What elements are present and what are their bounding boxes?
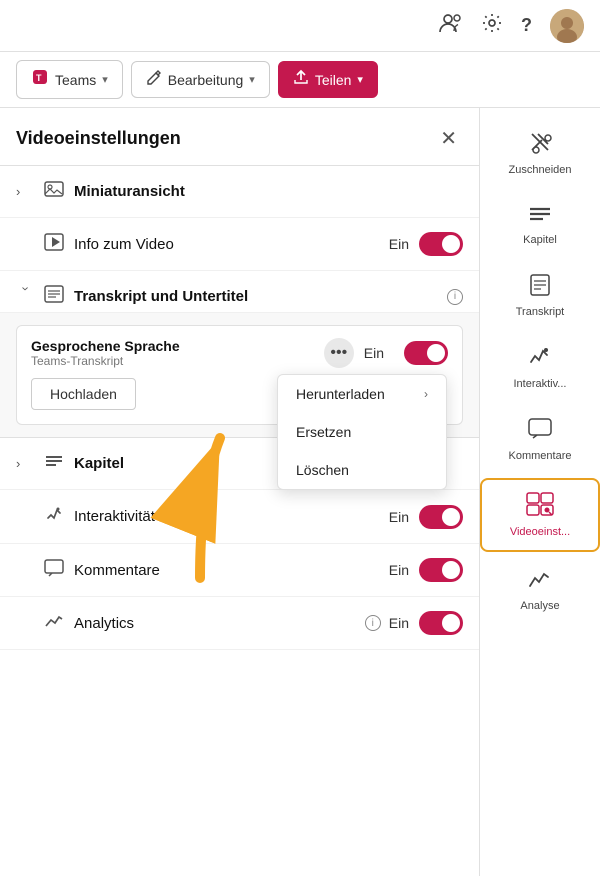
teams-button[interactable]: T Teams ▾ (16, 60, 123, 99)
transkript-icon (44, 285, 64, 308)
svg-text:T: T (36, 73, 42, 83)
transcript-card: Gesprochene Sprache Teams-Transkript •••… (16, 325, 463, 425)
share-chevron: ▾ (357, 73, 363, 86)
top-bar: ? (0, 0, 600, 52)
interaktiv-label: Interaktivität (74, 508, 389, 525)
dropdown-ersetzen[interactable]: Ersetzen (278, 413, 446, 451)
teams-icon: T (31, 68, 49, 91)
analytics-value: Ein (389, 615, 409, 631)
nav-transkript[interactable]: Transkript (480, 262, 600, 330)
info-value: Ein (389, 236, 409, 252)
upload-button[interactable]: Hochladen (31, 378, 136, 410)
nav-analyse[interactable]: Analyse (480, 556, 600, 624)
avatar-image (550, 9, 584, 43)
videoeinst-nav-label: Videoeinst... (510, 526, 570, 538)
kommentare-nav-icon (528, 418, 552, 446)
transcript-toggle[interactable] (404, 341, 448, 365)
analytics-row: Analytics i Ein (0, 597, 479, 650)
dropdown-menu: Herunterladen › Ersetzen Löschen (277, 374, 447, 490)
help-icon[interactable]: ? (521, 15, 532, 36)
share-icon (293, 69, 309, 90)
nav-videoeinst[interactable]: Videoeinst... (480, 478, 600, 552)
avatar[interactable] (550, 9, 584, 43)
kapitel-nav-icon (528, 204, 552, 230)
interaktiv-nav-icon (528, 346, 552, 374)
settings-list: › Miniaturansicht (0, 166, 479, 650)
transcript-card-row: Gesprochene Sprache Teams-Transkript •••… (31, 338, 448, 368)
kommentare-row: Kommentare Ein (0, 544, 479, 597)
kommentare-icon (44, 559, 64, 582)
analyse-nav-label: Analyse (520, 600, 559, 612)
edit-label: Bearbeitung (168, 72, 244, 88)
edit-button[interactable]: Bearbeitung ▾ (131, 61, 270, 98)
transcript-subtitle: Teams-Transkript (31, 354, 180, 368)
interaktiv-value: Ein (389, 509, 409, 525)
transkript-nav-icon (529, 274, 551, 302)
transcript-title: Gesprochene Sprache (31, 338, 180, 354)
top-bar-icons: ? (439, 9, 584, 43)
right-nav: Zuschneiden Kapitel (480, 108, 600, 876)
transcript-card-text: Gesprochene Sprache Teams-Transkript (31, 338, 180, 368)
edit-icon (146, 69, 162, 90)
transcript-section: Gesprochene Sprache Teams-Transkript •••… (0, 313, 479, 438)
miniatur-row: › Miniaturansicht (0, 166, 479, 218)
analytics-icon (44, 612, 64, 635)
dropdown-herunterladen[interactable]: Herunterladen › (278, 375, 446, 413)
interaktiv-toggle[interactable] (419, 505, 463, 529)
share-label: Teilen (315, 72, 352, 88)
edit-chevron: ▾ (249, 73, 255, 86)
transcript-value: Ein (364, 345, 384, 361)
miniatur-expand[interactable]: › (16, 184, 36, 199)
transkript-label: Transkript und Untertitel (74, 288, 441, 305)
kommentare-nav-label: Kommentare (509, 450, 572, 462)
videoeinst-nav-icon (526, 492, 554, 522)
kapitel-nav-label: Kapitel (523, 234, 557, 246)
people-icon[interactable] (439, 13, 463, 39)
interaktiv-icon (44, 504, 64, 529)
kapitel-expand[interactable]: › (16, 456, 36, 471)
dropdown-loeschen[interactable]: Löschen (278, 451, 446, 489)
transkript-expand[interactable]: › (19, 287, 34, 307)
miniatur-label: Miniaturansicht (74, 183, 463, 200)
analyse-nav-icon (528, 568, 552, 596)
panel-header: Videoeinstellungen ✕ (0, 108, 479, 166)
nav-kommentare[interactable]: Kommentare (480, 406, 600, 474)
toolbar: T Teams ▾ Bearbeitung ▾ Teilen ▾ (0, 52, 600, 108)
analytics-info-icon[interactable]: i (365, 615, 381, 631)
info-toggle[interactable] (419, 232, 463, 256)
analytics-label: Analytics (74, 615, 359, 632)
transkript-header-row: › Transkript und Untertitel i (0, 271, 479, 313)
nav-interaktiv[interactable]: Interaktiv... (480, 334, 600, 402)
transcript-controls: ••• Ein (324, 338, 448, 368)
settings-icon[interactable] (481, 12, 503, 40)
miniatur-icon (44, 180, 64, 203)
herunterladen-arrow: › (424, 387, 428, 401)
panel-title: Videoeinstellungen (16, 128, 181, 149)
info-icon (44, 233, 64, 256)
zuschneiden-icon (528, 130, 552, 160)
nav-zuschneiden[interactable]: Zuschneiden (480, 118, 600, 188)
transcript-dots-button[interactable]: ••• (324, 338, 354, 368)
interaktiv-nav-label: Interaktiv... (514, 378, 567, 390)
interaktiv-row: Interaktivität Ein (0, 490, 479, 544)
info-video-row: Info zum Video Ein (0, 218, 479, 271)
sidebar-panel: Videoeinstellungen ✕ › Miniaturansicht (0, 108, 480, 876)
info-label: Info zum Video (74, 236, 389, 253)
kommentare-toggle[interactable] (419, 558, 463, 582)
teams-chevron: ▾ (102, 73, 108, 86)
close-button[interactable]: ✕ (434, 124, 463, 153)
kommentare-value: Ein (389, 562, 409, 578)
kommentare-label: Kommentare (74, 562, 389, 579)
teams-label: Teams (55, 72, 96, 88)
kapitel-icon (44, 452, 64, 475)
zuschneiden-label: Zuschneiden (509, 164, 572, 176)
transkript-nav-label: Transkript (516, 306, 565, 318)
nav-kapitel[interactable]: Kapitel (480, 192, 600, 258)
transkript-info-icon[interactable]: i (447, 289, 463, 305)
main-area: Videoeinstellungen ✕ › Miniaturansicht (0, 108, 600, 876)
share-button[interactable]: Teilen ▾ (278, 61, 378, 98)
analytics-toggle[interactable] (419, 611, 463, 635)
